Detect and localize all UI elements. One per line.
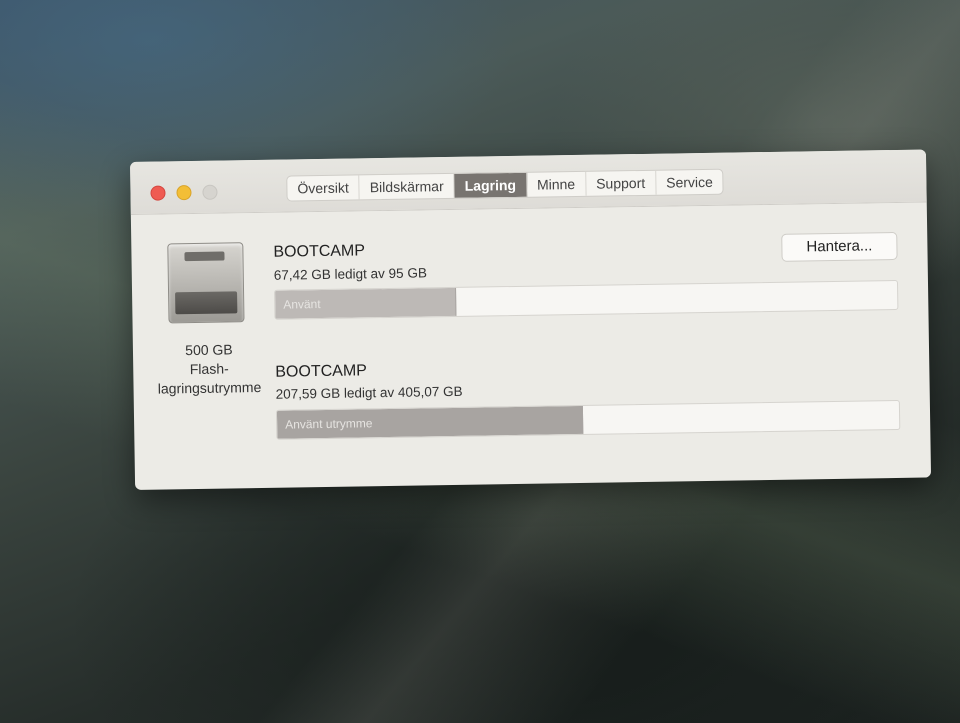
disk-type-line2: lagringsutrymme — [157, 378, 262, 397]
volume-2-name: BOOTCAMP — [275, 362, 368, 381]
hard-drive-icon — [167, 242, 245, 324]
tab-service[interactable]: Service — [656, 170, 723, 195]
drive-face — [175, 291, 238, 315]
close-button[interactable] — [150, 185, 166, 201]
disk-size: 500 GB — [185, 341, 233, 359]
volume-2-usage-fill: Använt utrymme — [276, 405, 584, 439]
volume-1-bar-label: Använt — [283, 297, 321, 312]
volume-1-usage-bar: Använt — [274, 279, 899, 320]
disk-type-line1: Flash- — [189, 360, 229, 378]
tab-lagring[interactable]: Lagring — [454, 172, 528, 198]
volume-1-usage-fill: Använt — [275, 287, 457, 319]
volume-2-usage-bar: Använt utrymme — [275, 399, 901, 440]
minimize-button[interactable] — [176, 185, 192, 201]
tab-minne[interactable]: Minne — [526, 171, 587, 197]
tab-oversikt[interactable]: Översikt — [287, 175, 360, 201]
zoom-button[interactable] — [202, 184, 218, 200]
tab-bar: Översikt Bildskärmar Lagring Minne Suppo… — [286, 168, 725, 202]
volume-1-name: BOOTCAMP — [273, 242, 366, 261]
tab-bildskarmar[interactable]: Bildskärmar — [359, 173, 455, 200]
disk-caption: 500 GB Flash- lagringsutrymme — [139, 340, 280, 399]
drive-slot — [184, 251, 225, 262]
volume-2-info: 207,59 GB ledigt av 405,07 GB — [275, 383, 463, 402]
title-bar: Översikt Bildskärmar Lagring Minne Suppo… — [130, 149, 927, 215]
storage-window: Översikt Bildskärmar Lagring Minne Suppo… — [130, 149, 932, 490]
volume-1-info: 67,42 GB ledigt av 95 GB — [273, 265, 428, 283]
manage-button[interactable]: Hantera... — [781, 231, 898, 262]
tab-support[interactable]: Support — [585, 170, 657, 196]
volume-2-bar-label: Använt utrymme — [285, 416, 373, 432]
